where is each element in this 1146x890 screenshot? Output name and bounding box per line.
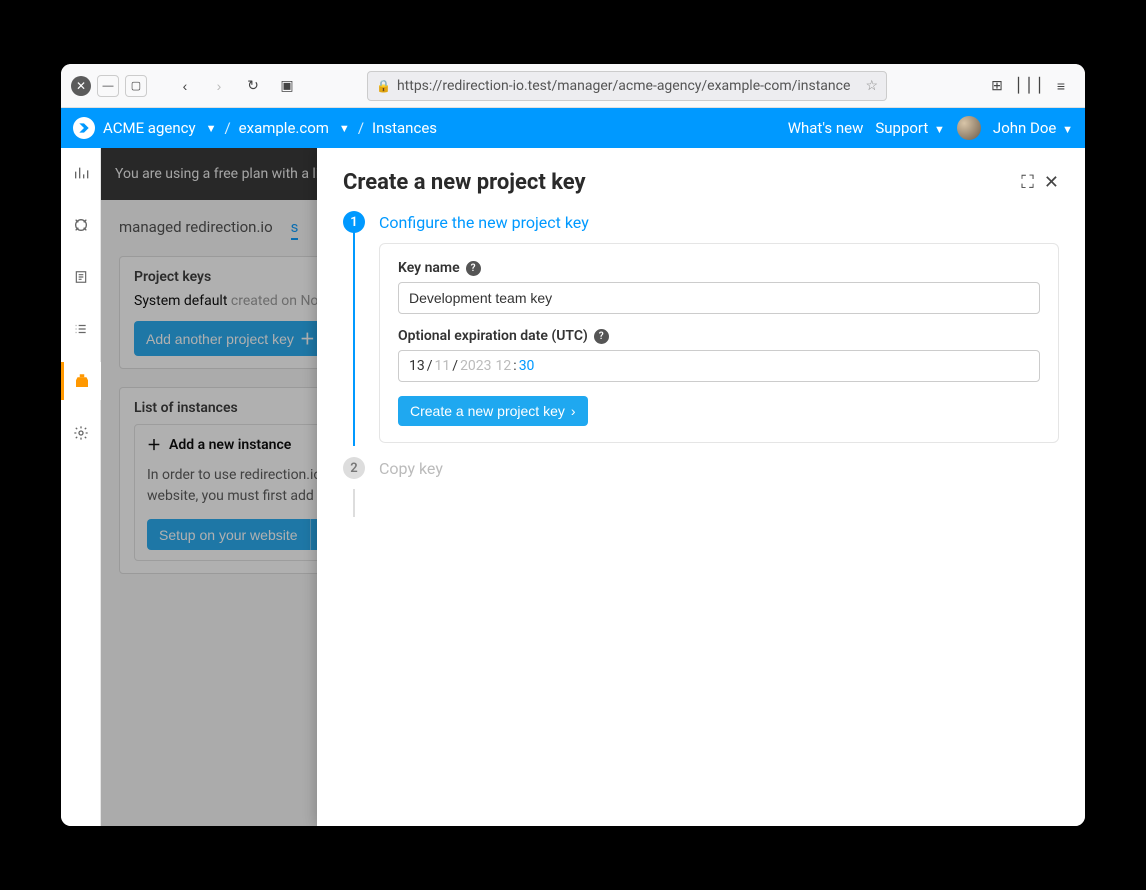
user-menu[interactable]: John Doe ▼ xyxy=(993,119,1073,137)
step-1-header: 1 Configure the new project key xyxy=(343,211,1059,233)
whats-new-link[interactable]: What's new xyxy=(788,119,864,137)
tab-managed[interactable]: managed redirection.io xyxy=(119,218,273,240)
panel-title: Create a new project key xyxy=(343,170,1011,195)
sidebar-rules-icon[interactable] xyxy=(61,258,101,296)
sidebar-list-icon[interactable] xyxy=(61,310,101,348)
breadcrumb-page: Instances xyxy=(372,119,437,137)
step-connector xyxy=(353,489,355,517)
breadcrumb-org[interactable]: ACME agency xyxy=(103,119,196,137)
breadcrumb-separator: / xyxy=(224,119,230,137)
plus-icon: ＋ xyxy=(300,328,315,349)
browser-toolbar: ✕ — ▢ ‹ › ↻ ▣ 🔒 https://redirection-io.t… xyxy=(61,64,1085,108)
close-icon[interactable]: ✕ xyxy=(1044,172,1059,193)
reader-mode-button[interactable]: ▣ xyxy=(273,72,301,100)
avatar[interactable] xyxy=(957,116,981,140)
breadcrumb-separator: / xyxy=(358,119,364,137)
step-1-label: Configure the new project key xyxy=(379,213,589,232)
help-icon[interactable]: ? xyxy=(466,261,481,276)
chevron-right-icon: › xyxy=(571,403,576,419)
sidebar-settings-icon[interactable] xyxy=(61,414,101,452)
nav-back-button[interactable]: ‹ xyxy=(171,72,199,100)
window-minimize-button[interactable]: — xyxy=(97,75,119,97)
create-project-key-button[interactable]: Create a new project key › xyxy=(398,396,588,426)
step-1-form: Key name ? Optional expiration date (UTC… xyxy=(379,243,1059,443)
chevron-down-icon: ▼ xyxy=(1062,123,1073,136)
key-name-input[interactable] xyxy=(398,282,1040,314)
sidebar-instances-icon[interactable] xyxy=(61,362,101,400)
expand-icon[interactable]: ⛶ xyxy=(1021,172,1034,193)
lock-icon: 🔒 xyxy=(376,79,391,93)
apps-grid-icon[interactable]: ⊞ xyxy=(983,72,1011,100)
tab-self-hosted[interactable]: s xyxy=(291,218,299,240)
url-bar[interactable]: 🔒 https://redirection-io.test/manager/ac… xyxy=(367,71,887,101)
support-link[interactable]: Support ▼ xyxy=(875,119,945,137)
expiry-label: Optional expiration date (UTC) xyxy=(398,328,588,344)
window-close-button[interactable]: ✕ xyxy=(71,76,91,96)
chevron-down-icon[interactable]: ▼ xyxy=(206,122,217,135)
sidebar-crawl-icon[interactable] xyxy=(61,206,101,244)
step-2-label: Copy key xyxy=(379,459,443,478)
chevron-down-icon[interactable]: ▼ xyxy=(339,122,350,135)
setup-website-button[interactable]: Setup on your website xyxy=(147,519,310,550)
create-key-panel: Create a new project key ⛶ ✕ 1 Configure… xyxy=(317,148,1085,826)
window-maximize-button[interactable]: ▢ xyxy=(125,75,147,97)
plus-icon: ＋ xyxy=(147,435,161,455)
sidebar xyxy=(61,148,101,826)
nav-forward-button[interactable]: › xyxy=(205,72,233,100)
browser-window: ✕ — ▢ ‹ › ↻ ▣ 🔒 https://redirection-io.t… xyxy=(61,64,1085,826)
url-text: https://redirection-io.test/manager/acme… xyxy=(397,78,850,94)
app-header: ACME agency ▼ / example.com ▼ / Instance… xyxy=(61,108,1085,148)
step-2-header: 2 Copy key xyxy=(343,457,1059,479)
breadcrumb-project[interactable]: example.com xyxy=(239,119,329,137)
hamburger-menu-icon[interactable]: ≡ xyxy=(1047,72,1075,100)
help-icon[interactable]: ? xyxy=(594,329,609,344)
expiry-date-input[interactable]: 13 / 11 / 2023 12 : 30 xyxy=(398,350,1040,382)
chevron-down-icon: ▼ xyxy=(934,123,945,136)
add-project-key-button[interactable]: Add another project key ＋ xyxy=(134,321,327,356)
sidebar-analytics-icon[interactable] xyxy=(61,154,101,192)
project-key-name: System default xyxy=(134,293,227,309)
key-name-label: Key name xyxy=(398,260,460,276)
nav-reload-button[interactable]: ↻ xyxy=(239,72,267,100)
step-2-number: 2 xyxy=(343,457,365,479)
app-logo-icon[interactable] xyxy=(73,117,95,139)
bookmark-star-icon[interactable]: ☆ xyxy=(865,78,878,94)
library-icon[interactable]: ⎪⎪⎪ xyxy=(1015,72,1043,100)
